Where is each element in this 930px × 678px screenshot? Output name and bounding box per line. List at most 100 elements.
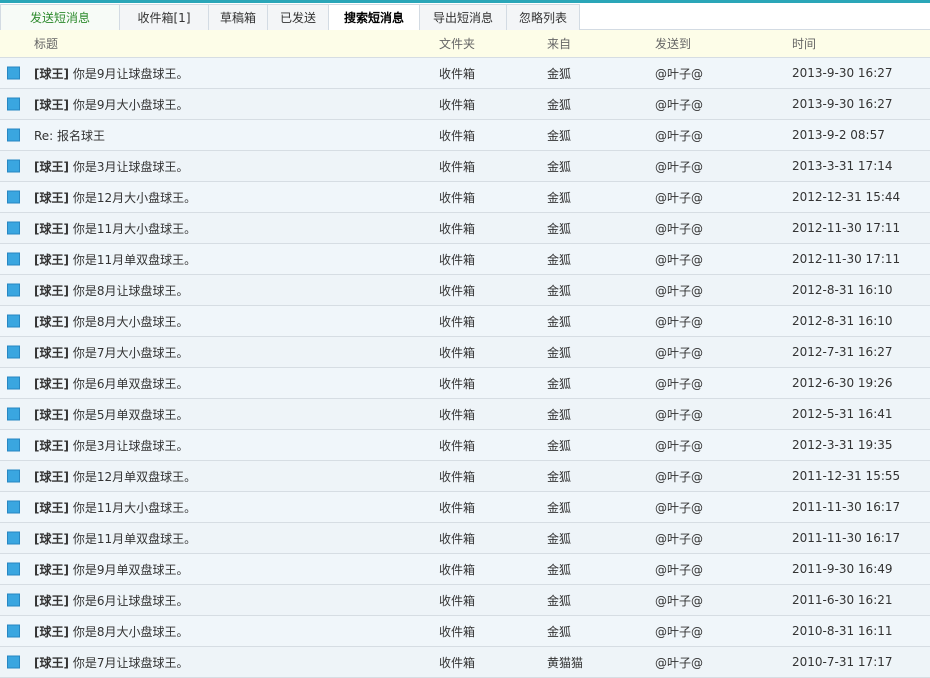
message-subject: 你是9月大小盘球王。 [72, 97, 189, 112]
message-sender[interactable]: 金狐 [547, 406, 571, 423]
message-title-link[interactable]: [球王] 你是5月单双盘球王。 [34, 406, 188, 423]
table-row[interactable]: [球王] 你是11月单双盘球王。 收件箱 金狐 @叶子@ 2011-11-30 16:1… [0, 523, 930, 554]
message-title-link[interactable]: [球王] 你是8月大小盘球王。 [34, 623, 188, 640]
table-row[interactable]: [球王] 你是9月让球盘球王。 收件箱 金狐 @叶子@ 2013-9-30 16:27 [0, 58, 930, 89]
table-row[interactable]: [球王] 你是11月大小盘球王。 收件箱 金狐 @叶子@ 2012-11-30 17:1… [0, 213, 930, 244]
message-sender[interactable]: 金狐 [547, 158, 571, 175]
message-recipient[interactable]: @叶子@ [655, 375, 703, 392]
message-title-link[interactable]: [球王] 你是12月大小盘球王。 [34, 189, 196, 206]
table-row[interactable]: [球王] 你是11月大小盘球王。 收件箱 金狐 @叶子@ 2011-11-30 16:1… [0, 492, 930, 523]
message-sender[interactable]: 金狐 [547, 282, 571, 299]
message-title-link[interactable]: Re: 报名球王 [34, 127, 105, 144]
table-row[interactable]: [球王] 你是7月让球盘球王。 收件箱 黄猫猫 @叶子@ 2010-7-31 17:17 [0, 647, 930, 678]
message-title-link[interactable]: [球王] 你是3月让球盘球王。 [34, 158, 188, 175]
column-header-time[interactable]: 时间 [792, 35, 816, 52]
table-row[interactable]: [球王] 你是8月大小盘球王。 收件箱 金狐 @叶子@ 2010-8-31 16:11 [0, 616, 930, 647]
table-row[interactable]: [球王] 你是8月让球盘球王。 收件箱 金狐 @叶子@ 2012-8-31 16:10 [0, 275, 930, 306]
table-row[interactable]: [球王] 你是8月大小盘球王。 收件箱 金狐 @叶子@ 2012-8-31 16:10 [0, 306, 930, 337]
message-recipient[interactable]: @叶子@ [655, 127, 703, 144]
table-row[interactable]: [球王] 你是11月单双盘球王。 收件箱 金狐 @叶子@ 2012-11-30 17:1… [0, 244, 930, 275]
message-recipient[interactable]: @叶子@ [655, 530, 703, 547]
message-sender[interactable]: 金狐 [547, 499, 571, 516]
column-header-folder[interactable]: 文件夹 [439, 35, 475, 52]
table-row[interactable]: [球王] 你是6月让球盘球王。 收件箱 金狐 @叶子@ 2011-6-30 16:21 [0, 585, 930, 616]
message-recipient[interactable]: @叶子@ [655, 499, 703, 516]
message-recipient[interactable]: @叶子@ [655, 96, 703, 113]
tab-0[interactable]: 发送短消息 [0, 4, 120, 30]
table-row[interactable]: [球王] 你是9月单双盘球王。 收件箱 金狐 @叶子@ 2011-9-30 16:49 [0, 554, 930, 585]
tab-3[interactable]: 已发送 [267, 4, 329, 30]
table-row[interactable]: [球王] 你是6月单双盘球王。 收件箱 金狐 @叶子@ 2012-6-30 19:26 [0, 368, 930, 399]
message-folder: 收件箱 [439, 624, 476, 639]
message-title-link[interactable]: [球王] 你是8月让球盘球王。 [34, 282, 188, 299]
message-recipient[interactable]: @叶子@ [655, 623, 703, 640]
message-icon [7, 655, 20, 669]
message-title-link[interactable]: [球王] 你是6月单双盘球王。 [34, 375, 188, 392]
tab-2[interactable]: 草稿箱 [208, 4, 268, 30]
message-recipient[interactable]: @叶子@ [655, 65, 703, 82]
message-sender[interactable]: 黄猫猫 [547, 654, 583, 671]
table-row[interactable]: [球王] 你是12月单双盘球王。 收件箱 金狐 @叶子@ 2011-12-31 15:5… [0, 461, 930, 492]
message-sender[interactable]: 金狐 [547, 96, 571, 113]
message-sender[interactable]: 金狐 [547, 468, 571, 485]
message-recipient[interactable]: @叶子@ [655, 344, 703, 361]
message-title-link[interactable]: [球王] 你是7月让球盘球王。 [34, 654, 188, 671]
message-title-link[interactable]: [球王] 你是7月大小盘球王。 [34, 344, 188, 361]
table-row[interactable]: [球王] 你是3月让球盘球王。 收件箱 金狐 @叶子@ 2013-3-31 17:14 [0, 151, 930, 182]
tab-4[interactable]: 搜索短消息 [328, 4, 420, 31]
tab-bar: 发送短消息 收件箱[1] 草稿箱 已发送 搜索短消息 导出短消息 忽略列表 [0, 0, 930, 31]
table-row[interactable]: Re: 报名球王 收件箱 金狐 @叶子@ 2013-9-2 08:57 [0, 120, 930, 151]
message-sender[interactable]: 金狐 [547, 592, 571, 609]
message-title-link[interactable]: [球王] 你是9月大小盘球王。 [34, 96, 188, 113]
message-recipient[interactable]: @叶子@ [655, 189, 703, 206]
message-recipient[interactable]: @叶子@ [655, 282, 703, 299]
tab-1[interactable]: 收件箱[1] [119, 4, 209, 30]
message-title-link[interactable]: [球王] 你是6月让球盘球王。 [34, 592, 188, 609]
message-subject: 你是3月让球盘球王。 [72, 438, 189, 453]
message-sender[interactable]: 金狐 [547, 251, 571, 268]
message-title-link[interactable]: [球王] 你是11月大小盘球王。 [34, 220, 196, 237]
message-title-link[interactable]: [球王] 你是9月让球盘球王。 [34, 65, 188, 82]
message-recipient[interactable]: @叶子@ [655, 158, 703, 175]
table-row[interactable]: [球王] 你是7月大小盘球王。 收件箱 金狐 @叶子@ 2012-7-31 16:27 [0, 337, 930, 368]
message-title-link[interactable]: [球王] 你是11月单双盘球王。 [34, 251, 196, 268]
message-sender[interactable]: 金狐 [547, 530, 571, 547]
message-recipient[interactable]: @叶子@ [655, 561, 703, 578]
message-sender[interactable]: 金狐 [547, 375, 571, 392]
column-header-to[interactable]: 发送到 [655, 35, 691, 52]
message-sender[interactable]: 金狐 [547, 220, 571, 237]
message-recipient[interactable]: @叶子@ [655, 437, 703, 454]
table-row[interactable]: [球王] 你是3月让球盘球王。 收件箱 金狐 @叶子@ 2012-3-31 19:35 [0, 430, 930, 461]
message-sender[interactable]: 金狐 [547, 313, 571, 330]
message-title-link[interactable]: [球王] 你是11月大小盘球王。 [34, 499, 196, 516]
message-title-link[interactable]: [球王] 你是9月单双盘球王。 [34, 561, 188, 578]
message-recipient[interactable]: @叶子@ [655, 654, 703, 671]
message-title-link[interactable]: [球王] 你是8月大小盘球王。 [34, 313, 188, 330]
tab-5[interactable]: 导出短消息 [419, 4, 507, 30]
message-sender[interactable]: 金狐 [547, 561, 571, 578]
tab-6[interactable]: 忽略列表 [506, 4, 580, 30]
message-title-link[interactable]: [球王] 你是11月单双盘球王。 [34, 530, 196, 547]
message-title-link[interactable]: [球王] 你是3月让球盘球王。 [34, 437, 188, 454]
message-sender[interactable]: 金狐 [547, 189, 571, 206]
message-recipient[interactable]: @叶子@ [655, 313, 703, 330]
table-row[interactable]: [球王] 你是9月大小盘球王。 收件箱 金狐 @叶子@ 2013-9-30 16:27 [0, 89, 930, 120]
message-recipient[interactable]: @叶子@ [655, 251, 703, 268]
message-subject: 你是6月单双盘球王。 [72, 376, 189, 391]
message-sender[interactable]: 金狐 [547, 344, 571, 361]
table-row[interactable]: [球王] 你是12月大小盘球王。 收件箱 金狐 @叶子@ 2012-12-31 15:4… [0, 182, 930, 213]
message-time: 2012-3-31 19:35 [792, 438, 893, 452]
column-header-title[interactable]: 标题 [34, 35, 58, 52]
message-sender[interactable]: 金狐 [547, 65, 571, 82]
message-sender[interactable]: 金狐 [547, 623, 571, 640]
message-sender[interactable]: 金狐 [547, 437, 571, 454]
table-row[interactable]: [球王] 你是5月单双盘球王。 收件箱 金狐 @叶子@ 2012-5-31 16:41 [0, 399, 930, 430]
message-tag: [球王] [34, 407, 69, 422]
message-recipient[interactable]: @叶子@ [655, 468, 703, 485]
message-sender[interactable]: 金狐 [547, 127, 571, 144]
message-recipient[interactable]: @叶子@ [655, 406, 703, 423]
message-recipient[interactable]: @叶子@ [655, 592, 703, 609]
message-title-link[interactable]: [球王] 你是12月单双盘球王。 [34, 468, 196, 485]
message-recipient[interactable]: @叶子@ [655, 220, 703, 237]
column-header-from[interactable]: 来自 [547, 35, 571, 52]
